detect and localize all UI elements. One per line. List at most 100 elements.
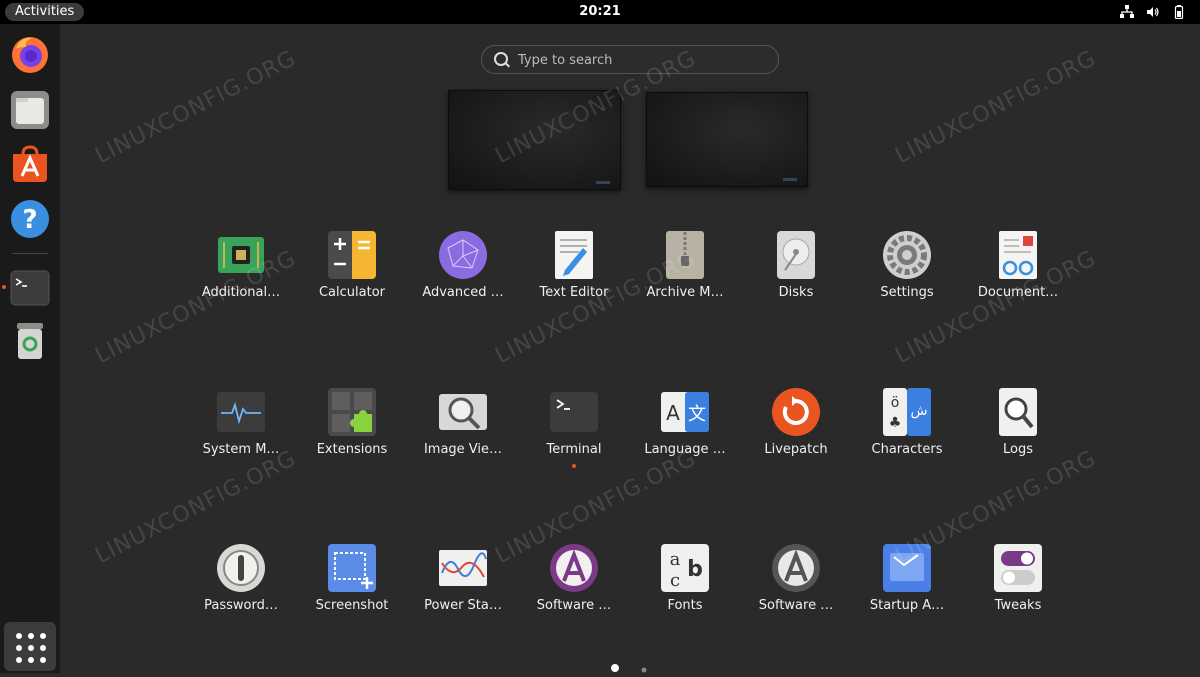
volume-icon[interactable] [1146,4,1160,18]
app-extensions[interactable]: Extensions [297,382,407,472]
svg-text:ö: ö [891,395,900,411]
app-label: Disks [778,285,814,300]
app-screenshot[interactable]: Screenshot [297,538,407,628]
search-input[interactable] [516,50,760,70]
logs-icon [999,388,1037,436]
search-box[interactable] [481,45,779,74]
app-livepatch[interactable]: Livepatch [741,382,851,472]
top-bar: Activities 20:21 [0,0,1200,24]
tweaks-icon [994,544,1042,592]
app-system-monitor[interactable]: System M… [186,382,296,472]
software-updater-icon [772,544,820,592]
page-indicator-1[interactable] [611,657,619,672]
app-fonts[interactable]: a c b Fonts [630,538,740,628]
app-label: Archive M… [646,285,724,300]
app-label: Password… [204,598,278,613]
running-indicator [572,464,576,468]
app-label: Software … [536,598,612,613]
dock-item-software[interactable] [10,144,50,184]
dock-item-firefox[interactable] [10,35,50,75]
dock-item-trash[interactable] [10,321,50,361]
app-grid-icon [16,633,46,663]
app-passwords[interactable]: Password… [186,538,296,628]
app-label: Terminal [546,442,602,457]
svg-text:c: c [670,570,680,591]
app-logs[interactable]: Logs [963,382,1073,472]
disks-icon [777,231,815,279]
svg-text:ش: ش [910,403,927,419]
app-characters[interactable]: ö ♣ ش Characters [852,382,962,472]
dock-item-help[interactable]: ? [10,199,50,239]
watermark: LINUXCONFIG.ORG [91,46,301,169]
livepatch-icon [772,388,820,436]
chip-icon [218,237,264,273]
trash-icon [17,323,43,359]
app-power-statistics[interactable]: Power Sta… [408,538,518,628]
app-text-editor[interactable]: Text Editor [519,225,629,315]
text-editor-icon [555,231,593,279]
watermark: LINUXCONFIG.ORG [891,46,1101,169]
svg-text:文: 文 [688,404,706,425]
screenshot-icon [328,544,376,592]
page-indicator-2[interactable] [641,658,647,673]
firefox-icon [12,37,48,73]
svg-text:?: ? [22,205,37,235]
app-label: Calculator [318,285,385,300]
calculator-icon [328,231,376,279]
fonts-icon: a c b [661,544,709,592]
files-icon [11,91,49,129]
app-startup-applications[interactable]: Startup A… [852,538,962,628]
app-label: Document… [977,285,1059,300]
app-software-updater[interactable]: Software … [741,538,851,628]
system-monitor-icon [217,392,265,432]
app-label: Additional… [201,285,281,300]
app-label: Startup A… [869,598,945,613]
extensions-icon [328,388,376,436]
app-additional-drivers[interactable]: Additional… [186,225,296,315]
power-statistics-icon [439,550,487,586]
clock[interactable]: 20:21 [0,3,1200,21]
app-label: Power Sta… [424,598,502,613]
app-label: Text Editor [539,285,609,300]
dock-separator [12,253,48,254]
app-calculator[interactable]: Calculator [297,225,407,315]
svg-text:♣: ♣ [889,415,902,431]
app-terminal[interactable]: Terminal [519,382,629,472]
dock-item-terminal[interactable] [10,268,50,308]
app-archive-manager[interactable]: Archive M… [630,225,740,315]
app-disks[interactable]: Disks [741,225,851,315]
app-label: Advanced … [422,285,504,300]
system-tray[interactable] [1120,4,1186,20]
language-icon: A 文 [661,392,709,432]
svg-text:a: a [670,549,681,570]
battery-icon[interactable] [1172,4,1186,20]
svg-text:b: b [687,557,703,582]
app-software-properties[interactable]: Software … [519,538,629,628]
network-icon[interactable] [1120,4,1134,18]
app-label: Image Vie… [423,442,503,457]
show-apps-button[interactable] [4,622,56,671]
app-settings[interactable]: Settings [852,225,962,315]
app-tweaks[interactable]: Tweaks [963,538,1073,628]
app-language-support[interactable]: A 文 Language … [630,382,740,472]
svg-text:A: A [666,401,680,425]
terminal-icon [550,392,598,432]
app-label: Extensions [316,442,388,457]
dock-item-files[interactable] [10,90,50,130]
app-image-viewer[interactable]: Image Vie… [408,382,518,472]
app-label: Software … [758,598,834,613]
app-label: Screenshot [315,598,389,613]
app-document-viewer[interactable]: Document… [963,225,1073,315]
help-icon: ? [11,200,49,238]
password-icon [217,544,265,592]
terminal-icon [10,270,50,306]
workspace-thumbnail-1[interactable] [448,90,621,190]
document-viewer-icon [999,231,1037,279]
app-label: Tweaks [994,598,1042,613]
app-advanced-network[interactable]: Advanced … [408,225,518,315]
archive-icon [666,231,704,279]
app-center-icon [13,145,47,182]
workspace-thumbnail-2[interactable] [646,92,808,187]
startup-apps-icon [883,544,931,592]
running-indicator [2,285,6,289]
